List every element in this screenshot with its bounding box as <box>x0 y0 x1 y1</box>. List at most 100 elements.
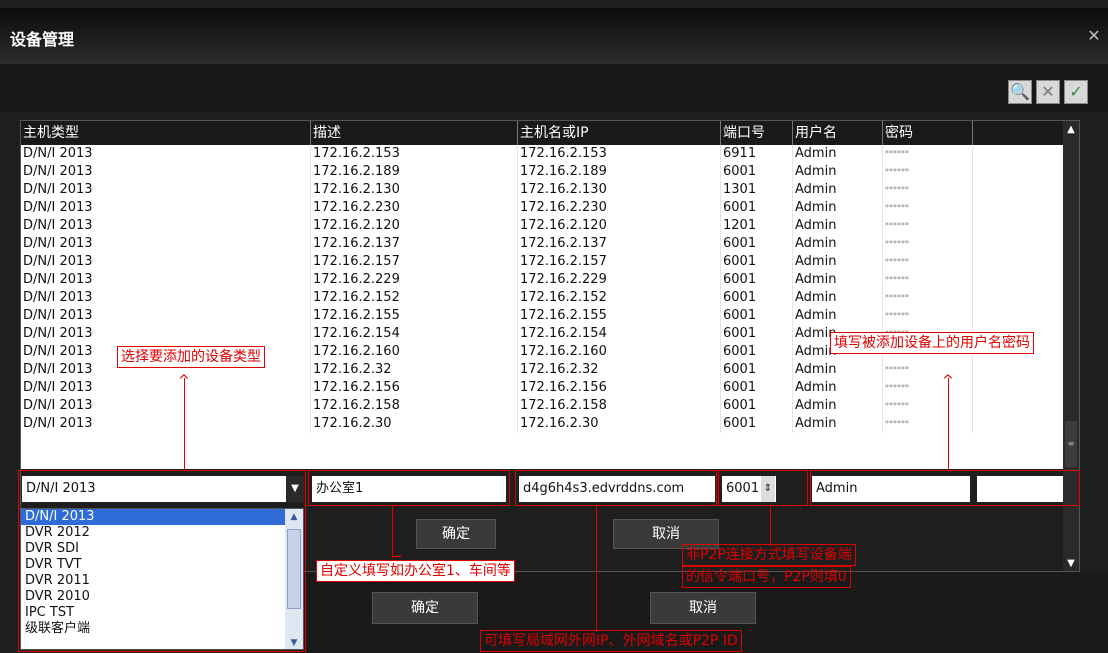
table-cell: 6911 <box>721 145 793 163</box>
table-cell: D/N/I 2013 <box>21 325 311 343</box>
table-row[interactable]: D/N/I 2013 172.16.2.152 172.16.2.152 6001 Ad… <box>21 289 1065 307</box>
table-cell: Admin <box>793 397 883 415</box>
delete-icon[interactable]: ✕ <box>1036 80 1060 104</box>
table-row[interactable]: D/N/I 2013 172.16.2.189 172.16.2.189 6001 Ad… <box>21 163 1065 181</box>
table-cell: 172.16.2.156 <box>311 379 518 397</box>
table-cell: 172.16.2.229 <box>518 271 721 289</box>
table-row[interactable]: D/N/I 2013 172.16.2.230 172.16.2.230 6001 Ad… <box>21 199 1065 217</box>
annotation-box-port <box>718 470 808 506</box>
table-cell: D/N/I 2013 <box>21 253 311 271</box>
table-cell: Admin <box>793 145 883 163</box>
annotation-arrow: ^ <box>178 373 190 389</box>
table-cell: 6001 <box>721 163 793 181</box>
annotation-host-hint: 可填写局域网外网IP、外网域名或P2P ID <box>480 630 742 652</box>
table-row[interactable]: D/N/I 2013 172.16.2.30 172.16.2.30 6001 Admi… <box>21 415 1065 433</box>
table-cell: D/N/I 2013 <box>21 217 311 235</box>
table-cell: 172.16.2.152 <box>311 289 518 307</box>
annotation-line <box>184 378 185 470</box>
annotation-line <box>392 506 393 558</box>
table-cell: ****** <box>883 271 973 289</box>
search-icon[interactable]: 🔍 <box>1008 80 1032 104</box>
checkmark-icon[interactable]: ✓ <box>1064 80 1088 104</box>
table-cell: D/N/I 2013 <box>21 397 311 415</box>
table-cell: 6001 <box>721 253 793 271</box>
table-cell: 1201 <box>721 217 793 235</box>
column-header[interactable]: 主机名或IP <box>518 121 721 145</box>
table-cell: ****** <box>883 415 973 433</box>
table-cell: 6001 <box>721 343 793 361</box>
table-cell: ****** <box>883 163 973 181</box>
table-row[interactable]: D/N/I 2013 172.16.2.130 172.16.2.130 1301 Ad… <box>21 181 1065 199</box>
column-header[interactable]: 用户名 <box>793 121 883 145</box>
table-cell: 6001 <box>721 289 793 307</box>
table-cell: 172.16.2.30 <box>311 415 518 433</box>
table-header: 主机类型 描述 主机名或IP 端口号 用户名 密码 <box>21 121 1079 145</box>
annotation-line <box>392 556 402 557</box>
table-cell: Admin <box>793 181 883 199</box>
table-cell: 172.16.2.230 <box>518 199 721 217</box>
column-header[interactable]: 描述 <box>311 121 518 145</box>
table-cell: Admin <box>793 163 883 181</box>
table-cell: 172.16.2.158 <box>518 397 721 415</box>
table-cell: 6001 <box>721 325 793 343</box>
table-cell: 172.16.2.120 <box>311 217 518 235</box>
table-cell: 172.16.2.153 <box>518 145 721 163</box>
table-cell: ****** <box>883 235 973 253</box>
table-cell: Admin <box>793 235 883 253</box>
table-body: D/N/I 2013 172.16.2.153 172.16.2.153 6911 Ad… <box>21 145 1065 469</box>
table-cell: Admin <box>793 289 883 307</box>
table-cell: 172.16.2.137 <box>311 235 518 253</box>
column-header[interactable]: 端口号 <box>721 121 793 145</box>
table-row[interactable]: D/N/I 2013 172.16.2.157 172.16.2.157 6001 Ad… <box>21 253 1065 271</box>
annotation-arrow: ^ <box>942 373 954 389</box>
table-cell: ****** <box>883 181 973 199</box>
table-cell: 172.16.2.130 <box>311 181 518 199</box>
table-cell: 6001 <box>721 307 793 325</box>
annotation-fill-user: 填写被添加设备上的用户名密码 <box>830 332 1034 354</box>
inner-ok-button[interactable]: 确定 <box>416 519 496 549</box>
table-cell: 6001 <box>721 379 793 397</box>
outer-ok-button[interactable]: 确定 <box>372 592 478 624</box>
table-cell: D/N/I 2013 <box>21 379 311 397</box>
table-cell: D/N/I 2013 <box>21 181 311 199</box>
table-cell: D/N/I 2013 <box>21 271 311 289</box>
table-row[interactable]: D/N/I 2013 172.16.2.120 172.16.2.120 1201 Ad… <box>21 217 1065 235</box>
table-cell: Admin <box>793 253 883 271</box>
table-row[interactable]: D/N/I 2013 172.16.2.158 172.16.2.158 6001 Ad… <box>21 397 1065 415</box>
annotation-line <box>596 506 597 632</box>
table-cell: 6001 <box>721 235 793 253</box>
close-icon[interactable]: ✕ <box>1086 28 1102 44</box>
table-row[interactable]: D/N/I 2013 172.16.2.229 172.16.2.229 6001 Ad… <box>21 271 1065 289</box>
table-row[interactable]: D/N/I 2013 172.16.2.137 172.16.2.137 6001 Ad… <box>21 235 1065 253</box>
table-cell: 6001 <box>721 271 793 289</box>
table-cell: 172.16.2.30 <box>518 415 721 433</box>
scroll-up-icon[interactable]: ▲ <box>1063 121 1079 139</box>
column-header[interactable]: 密码 <box>883 121 973 145</box>
table-cell: 172.16.2.155 <box>518 307 721 325</box>
window-title: 设备管理 <box>10 30 75 49</box>
table-row[interactable]: D/N/I 2013 172.16.2.153 172.16.2.153 6911 Ad… <box>21 145 1065 163</box>
table-cell: ****** <box>883 217 973 235</box>
table-cell: D/N/I 2013 <box>21 163 311 181</box>
table-cell: 172.16.2.120 <box>518 217 721 235</box>
outer-cancel-button[interactable]: 取消 <box>650 592 756 624</box>
table-cell: Admin <box>793 217 883 235</box>
table-cell: 172.16.2.158 <box>311 397 518 415</box>
annotation-port-hint-2: 的信令端口号，P2P则填0 <box>682 566 851 588</box>
table-cell: Admin <box>793 415 883 433</box>
table-cell: D/N/I 2013 <box>21 235 311 253</box>
table-cell: 172.16.2.156 <box>518 379 721 397</box>
annotation-line <box>948 378 949 470</box>
table-cell: ****** <box>883 253 973 271</box>
table-cell: 172.16.2.130 <box>518 181 721 199</box>
annotation-box-host <box>515 470 717 506</box>
table-cell: ****** <box>883 289 973 307</box>
annotation-custom-desc: 自定义填写如办公室1、车间等 <box>316 560 515 582</box>
table-cell: D/N/I 2013 <box>21 199 311 217</box>
scroll-down-icon[interactable]: ▼ <box>1063 555 1079 571</box>
column-header[interactable]: 主机类型 <box>21 121 311 145</box>
scroll-thumb[interactable]: ≡ <box>1065 421 1077 467</box>
table-cell: 6001 <box>721 361 793 379</box>
table-row[interactable]: D/N/I 2013 172.16.2.155 172.16.2.155 6001 Ad… <box>21 307 1065 325</box>
table-cell: 172.16.2.157 <box>311 253 518 271</box>
